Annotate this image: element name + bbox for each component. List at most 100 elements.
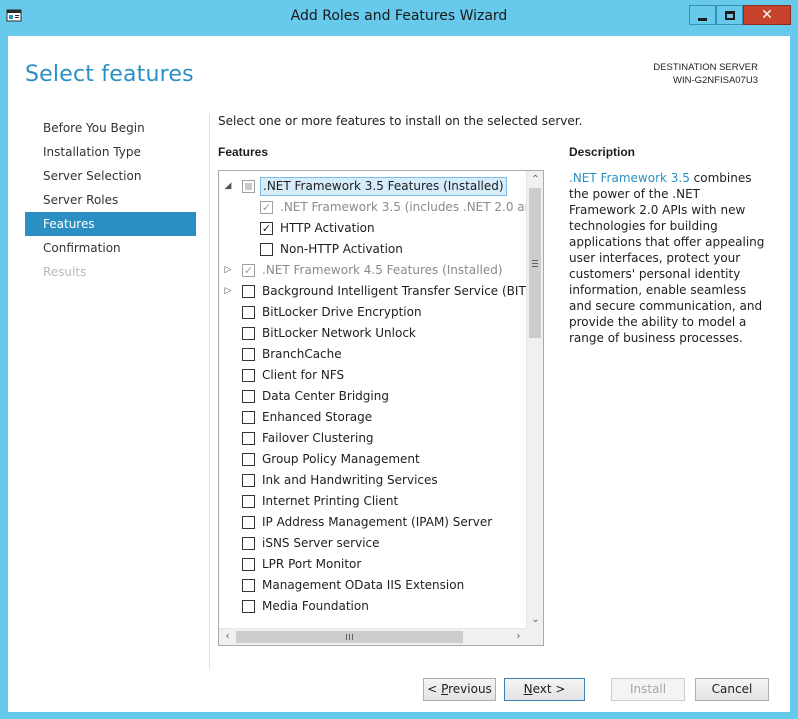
feature-checkbox[interactable] [242,453,255,466]
feature-row[interactable]: Enhanced Storage [219,407,527,428]
window-title: Add Roles and Features Wizard [290,8,508,24]
feature-checkbox[interactable] [242,327,255,340]
feature-checkbox[interactable] [242,390,255,403]
scroll-up-icon[interactable]: ⌃ [527,171,543,188]
feature-row[interactable]: Internet Printing Client [219,491,527,512]
collapse-arrow-icon[interactable]: ◢ [223,176,233,197]
feature-label[interactable]: Media Foundation [262,596,369,617]
maximize-button[interactable] [716,5,743,25]
feature-checkbox[interactable] [242,369,255,382]
feature-row[interactable]: Media Foundation [219,596,527,617]
feature-label[interactable]: LPR Port Monitor [262,554,361,575]
feature-checkbox[interactable] [242,495,255,508]
feature-row[interactable]: BranchCache [219,344,527,365]
feature-label[interactable]: .NET Framework 4.5 Features (Installed) [262,260,503,281]
next-button-label: ext > [532,682,566,696]
feature-label[interactable]: BranchCache [262,344,342,365]
close-icon: ✕ [761,7,773,23]
scroll-right-icon[interactable]: › [510,629,527,645]
horizontal-scrollbar[interactable]: ‹ › [219,628,527,645]
feature-row[interactable]: Management OData IIS Extension [219,575,527,596]
features-list: ◢ .NET Framework 3.5 Features (Installed)… [219,176,543,617]
feature-row[interactable]: Non-HTTP Activation [219,239,527,260]
feature-label[interactable]: Failover Clustering [262,428,374,449]
nav-step-before-you-begin[interactable]: Before You Begin [25,116,196,140]
cancel-button[interactable]: Cancel [695,678,769,701]
nav-step-confirmation[interactable]: Confirmation [25,236,196,260]
feature-row[interactable]: ▷ ✓ .NET Framework 4.5 Features (Installed… [219,260,527,281]
feature-checkbox[interactable]: ✓ [260,222,273,235]
feature-checkbox[interactable] [242,537,255,550]
feature-label[interactable]: Management OData IIS Extension [262,575,464,596]
expand-arrow-icon[interactable]: ▷ [223,281,233,302]
feature-label[interactable]: BitLocker Drive Encryption [262,302,422,323]
scrollbar-corner [526,628,543,645]
feature-row[interactable]: LPR Port Monitor [219,554,527,575]
vertical-scrollbar[interactable]: ⌃ ⌄ [526,171,543,628]
nav-step-installation-type[interactable]: Installation Type [25,140,196,164]
feature-row[interactable]: IP Address Management (IPAM) Server [219,512,527,533]
feature-label[interactable]: Data Center Bridging [262,386,389,407]
feature-row[interactable]: iSNS Server service [219,533,527,554]
feature-row[interactable]: BitLocker Network Unlock [219,323,527,344]
feature-label[interactable]: Group Policy Management [262,449,420,470]
feature-label[interactable]: BitLocker Network Unlock [262,323,416,344]
close-button[interactable]: ✕ [743,5,791,25]
feature-row[interactable]: ▷ Background Intelligent Transfer Service… [219,281,538,302]
feature-row[interactable]: ✓ HTTP Activation [219,218,527,239]
feature-checkbox[interactable] [242,432,255,445]
feature-checkbox[interactable] [260,243,273,256]
horizontal-scroll-thumb[interactable] [236,631,463,643]
feature-checkbox[interactable] [242,348,255,361]
feature-checkbox[interactable]: ✓ [260,201,273,214]
feature-row[interactable]: BitLocker Drive Encryption [219,302,527,323]
next-button[interactable]: Next > [504,678,585,701]
wizard-steps-nav: Before You Begin Installation Type Server … [25,116,196,284]
feature-checkbox[interactable] [242,411,255,424]
nav-step-server-selection[interactable]: Server Selection [25,164,196,188]
nav-step-results: Results [43,265,87,279]
expand-arrow-icon[interactable]: ▷ [223,260,233,281]
feature-label[interactable]: HTTP Activation [280,218,375,239]
feature-row[interactable]: ✓ .NET Framework 3.5 (includes .NET 2.0 a… [219,197,543,218]
features-tree[interactable]: ◢ .NET Framework 3.5 Features (Installed)… [218,170,544,646]
vertical-scroll-thumb[interactable] [529,188,541,338]
feature-label[interactable]: Enhanced Storage [262,407,372,428]
title-bar[interactable]: Add Roles and Features Wizard ✕ [0,0,798,36]
feature-label[interactable]: Internet Printing Client [262,491,398,512]
feature-label[interactable]: Client for NFS [262,365,344,386]
feature-label[interactable]: .NET Framework 3.5 Features (Installed) [260,177,507,196]
scroll-left-icon[interactable]: ‹ [219,629,236,645]
feature-checkbox[interactable] [242,180,255,193]
feature-checkbox[interactable] [242,285,255,298]
feature-label[interactable]: .NET Framework 3.5 (includes .NET 2.0 an… [280,197,543,218]
feature-checkbox[interactable] [242,474,255,487]
feature-row[interactable]: Client for NFS [219,365,527,386]
description-feature-link[interactable]: .NET Framework 3.5 [569,171,690,185]
feature-row[interactable]: Ink and Handwriting Services [219,470,527,491]
feature-label[interactable]: Ink and Handwriting Services [262,470,438,491]
feature-checkbox[interactable] [242,558,255,571]
previous-button[interactable]: < Previous [423,678,496,701]
feature-description: .NET Framework 3.5 combines the power of… [569,170,769,346]
feature-label[interactable]: iSNS Server service [262,533,380,554]
nav-step-server-roles[interactable]: Server Roles [25,188,196,212]
feature-row[interactable]: Group Policy Management [219,449,527,470]
feature-checkbox[interactable] [242,579,255,592]
feature-label[interactable]: Background Intelligent Transfer Service … [262,281,538,302]
feature-checkbox[interactable] [242,516,255,529]
wizard-client-area: Select features DESTINATION SERVER WIN-G… [8,36,790,712]
feature-label[interactable]: Non-HTTP Activation [280,239,403,260]
minimize-button[interactable] [689,5,716,25]
feature-row[interactable]: Data Center Bridging [219,386,527,407]
scroll-down-icon[interactable]: ⌄ [527,611,543,628]
grip-icon [532,260,538,267]
feature-checkbox[interactable]: ✓ [242,264,255,277]
feature-row[interactable]: ◢ .NET Framework 3.5 Features (Installed) [219,176,527,197]
feature-label[interactable]: IP Address Management (IPAM) Server [262,512,492,533]
feature-checkbox[interactable] [242,600,255,613]
features-heading: Features [218,145,269,159]
feature-row[interactable]: Failover Clustering [219,428,527,449]
nav-step-features[interactable]: Features [25,212,196,236]
feature-checkbox[interactable] [242,306,255,319]
